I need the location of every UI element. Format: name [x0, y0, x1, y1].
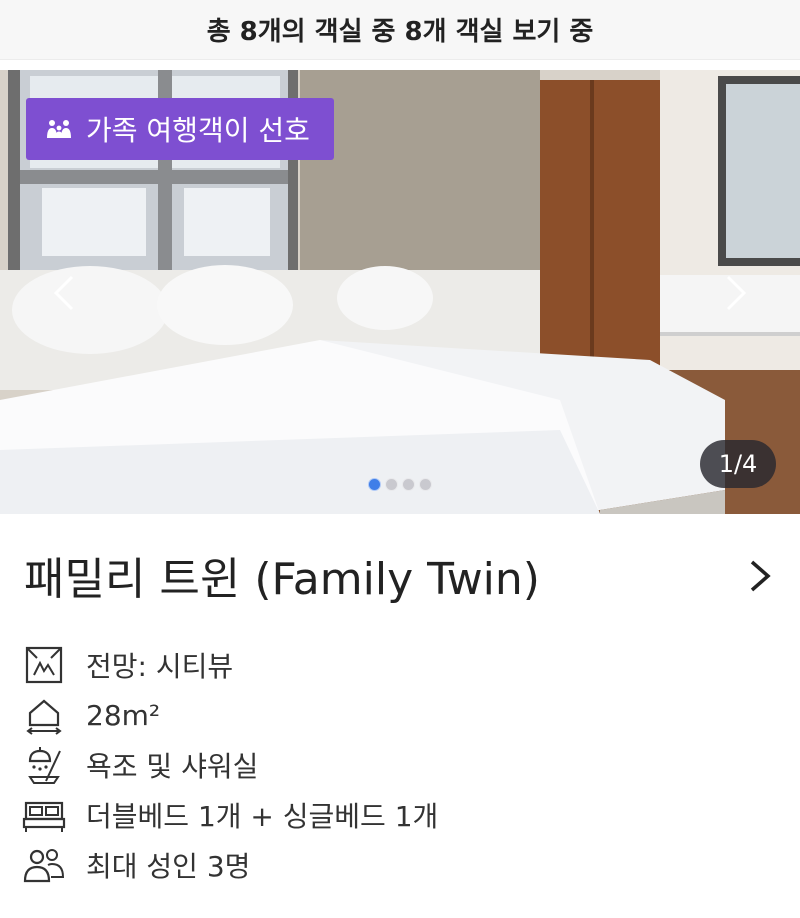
badge-label: 가족 여행객이 선호 [86, 114, 310, 147]
chevron-right-icon [726, 275, 747, 311]
people-icon [22, 843, 66, 887]
room-features-list: 전망: 시티뷰 28m² 욕조 및 샤워실 더블베드 1개 + 싱글베드 1개 … [22, 640, 782, 890]
feature-beds: 더블베드 1개 + 싱글베드 1개 [22, 790, 782, 840]
pagination-dot[interactable] [402, 478, 415, 491]
bed-icon [22, 793, 66, 837]
chevron-right-icon[interactable] [746, 556, 774, 596]
family-icon [44, 114, 74, 144]
feature-view: 전망: 시티뷰 [22, 640, 782, 690]
feature-text: 최대 성인 3명 [86, 850, 251, 883]
pagination-dot[interactable] [385, 478, 398, 491]
chevron-left-icon [53, 275, 74, 311]
feature-text: 28m² [86, 698, 161, 732]
photo-counter: 1/4 [700, 440, 776, 488]
feature-text: 전망: 시티뷰 [86, 650, 234, 683]
feature-text: 더블베드 1개 + 싱글베드 1개 [86, 800, 439, 833]
room-photo-gallery[interactable]: 가족 여행객이 선호 1/4 [0, 70, 800, 514]
house-size-icon [22, 693, 66, 737]
window-view-icon [22, 643, 66, 687]
feature-text: 욕조 및 샤워실 [86, 750, 259, 783]
gallery-pagination-dots [0, 478, 800, 491]
shower-icon [22, 743, 66, 787]
room-count-text: 총 8개의 객실 중 8개 객실 보기 중 [206, 17, 594, 47]
previous-photo-button[interactable] [44, 270, 84, 316]
pagination-dot[interactable] [368, 478, 381, 491]
pagination-dot[interactable] [419, 478, 432, 491]
family-preferred-badge: 가족 여행객이 선호 [26, 98, 334, 160]
feature-occupancy: 최대 성인 3명 [22, 840, 782, 890]
photo-counter-text: 1/4 [718, 450, 758, 478]
room-title: 패밀리 트윈 (Family Twin) [24, 554, 540, 605]
room-title-row[interactable]: 패밀리 트윈 (Family Twin) [0, 520, 800, 630]
feature-size: 28m² [22, 690, 782, 740]
room-count-banner: 총 8개의 객실 중 8개 객실 보기 중 [0, 0, 800, 60]
feature-bathroom: 욕조 및 샤워실 [22, 740, 782, 790]
next-photo-button[interactable] [716, 270, 756, 316]
